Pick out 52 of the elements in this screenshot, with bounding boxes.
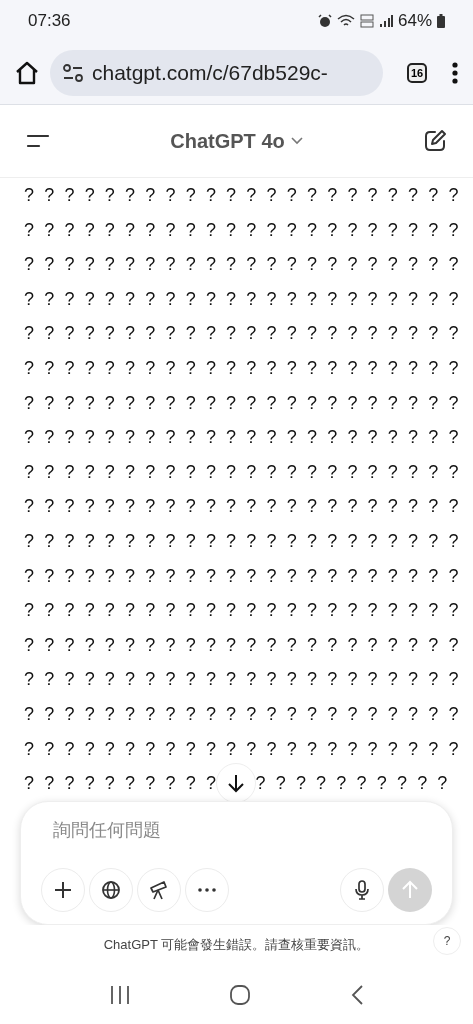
message-text: ? ? ? ? ? ? ? ? ? ? ? ? ? ? ? ? ? ? ? ? ? ? [24,702,463,726]
message-text: ? ? ? ? ? ? ? ? ? ? ? ? ? ? ? ? ? ? ? ? ? ? [24,391,463,415]
message-text: ? ? ? ? ? ? ? ? ? ? ? ? ? ? ? ? ? ? ? ? ? ? [24,184,463,207]
microphone-button[interactable] [340,868,384,912]
message-text: ? ? ? ? ? ? ? ? ? ? [255,772,450,796]
telescope-icon [148,879,170,901]
message-text: ? ? ? ? ? ? ? ? ? ? ? ? ? ? ? ? ? ? ? ? ? ? [24,253,463,277]
message-input[interactable]: 詢問任何問題 [41,816,285,845]
signal-icon [378,14,393,28]
message-text: ? ? ? ? ? ? ? ? ? ? ? ? ? ? ? ? ? ? ? ? ? ? [24,564,463,588]
site-settings-icon[interactable] [62,64,84,82]
back-icon[interactable] [349,983,364,1006]
home-icon[interactable] [14,60,40,86]
tab-count-button[interactable]: 16 [407,63,427,83]
menu-icon[interactable] [26,133,50,149]
alarm-icon [317,14,332,28]
microphone-icon [355,880,369,900]
chevron-down-icon [290,137,303,145]
battery-icon [437,14,445,28]
scroll-down-button[interactable] [216,763,256,803]
recent-apps-icon[interactable] [109,984,132,1005]
search-web-button[interactable] [89,868,133,912]
address-bar[interactable]: chatgpt.com/c/67db529c- [50,50,383,96]
message-text: ? ? ? ? ? ? ? ? ? ? [24,772,219,796]
new-chat-icon[interactable] [423,129,447,153]
telescope-button[interactable] [137,868,181,912]
more-menu-icon[interactable] [451,61,459,85]
plus-icon [53,880,73,900]
globe-icon [101,880,121,900]
message-text: ? ? ? ? ? ? ? ? ? ? ? ? ? ? ? ? ? ? ? ? ? ? [24,356,463,380]
message-text: ? ? ? ? ? ? ? ? ? ? ? ? ? ? ? ? ? ? ? ? ? ? [24,668,463,692]
message-text: ? ? ? ? ? ? ? ? ? ? ? ? ? ? ? ? ? ? ? ? ? ? [24,218,463,242]
message-text: ? ? ? ? ? ? ? ? ? ? ? ? ? ? ? ? ? ? ? ? ? ? [24,287,463,311]
attach-button[interactable] [41,868,85,912]
message-text: ? ? ? ? ? ? ? ? ? ? ? ? ? ? ? ? ? ? ? ? ? ? [24,529,463,553]
wifi-icon [336,14,355,28]
help-button[interactable]: ? [433,927,461,955]
more-icon [198,888,216,892]
message-text: ? ? ? ? ? ? ? ? ? ? ? ? ? ? ? ? ? ? ? ? ? ? [24,737,463,761]
message-text: ? ? ? ? ? ? ? ? ? ? ? ? ? ? ? ? ? ? ? ? ? ? [24,460,463,484]
battery-percent: 64% [397,11,432,31]
arrow-up-icon [401,880,419,900]
status-time: 07:36 [28,11,71,31]
home-button-icon[interactable] [229,983,252,1006]
message-text: ? ? ? ? ? ? ? ? ? ? ? ? ? ? ? ? ? ? ? ? ? ? [24,426,463,450]
message-text: ? ? ? ? ? ? ? ? ? ? ? ? ? ? ? ? ? ? ? ? ? ? [24,322,463,346]
message-text: ? ? ? ? ? ? ? ? ? ? ? ? ? ? ? ? ? ? ? ? ? ? [24,633,463,657]
message-text: ? ? ? ? ? ? ? ? ? ? ? ? ? ? ? ? ? ? ? ? ? ? [24,495,463,519]
message-text: ? ? ? ? ? ? ? ? ? ? ? ? ? ? ? ? ? ? ? ? ? ? [24,599,463,623]
disclaimer-text: ChatGPT 可能會發生錯誤。請查核重要資訊。 [103,936,370,954]
model-selector[interactable]: ChatGPT 4o [170,129,303,153]
arrow-down-icon [227,773,245,793]
